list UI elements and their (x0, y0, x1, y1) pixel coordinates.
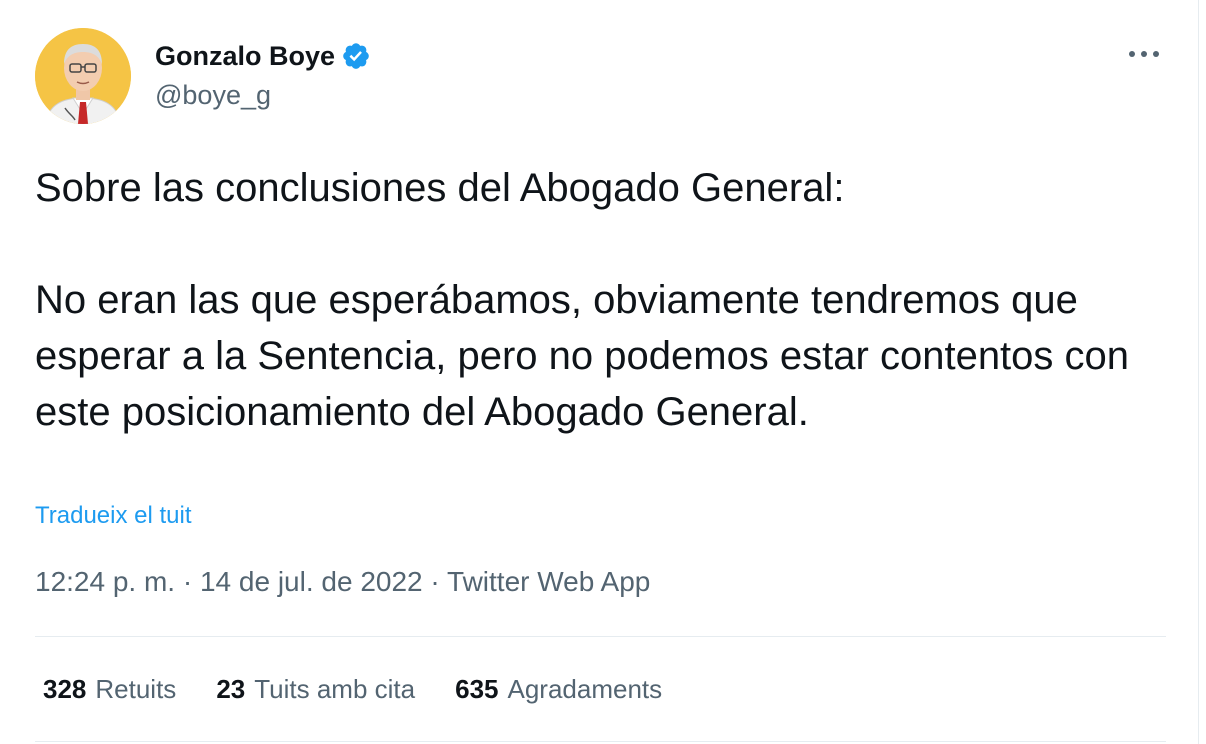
tweet-paragraph: Sobre las conclusiones del Abogado Gener… (35, 166, 845, 210)
tweet-time[interactable]: 12:24 p. m. (35, 566, 175, 597)
divider (35, 741, 1166, 742)
avatar[interactable] (35, 28, 131, 124)
stat-likes[interactable]: 635 Agradaments (455, 674, 662, 705)
tweet-paragraph: No eran las que esperábamos, obviamente … (35, 278, 1130, 434)
separator-dot: · (430, 566, 440, 597)
more-horizontal-icon (1129, 51, 1159, 57)
tweet-text: Sobre las conclusiones del Abogado Gener… (35, 160, 1175, 440)
tweet-metadata: 12:24 p. m. · 14 de jul. de 2022 · Twitt… (35, 566, 650, 598)
stat-retweets[interactable]: 328 Retuits (43, 674, 176, 705)
stat-label: Tuits amb cita (254, 674, 416, 704)
more-options-button[interactable] (1122, 36, 1166, 72)
stat-label: Retuits (95, 674, 177, 704)
divider (35, 636, 1166, 637)
stat-count: 328 (43, 674, 87, 704)
stat-quote-tweets[interactable]: 23 Tuits amb cita (216, 674, 415, 705)
translate-tweet-link[interactable]: Tradueix el tuit (35, 502, 192, 530)
tweet-card: Gonzalo Boye @boye_g Sobre las conclusio… (0, 0, 1199, 744)
verified-badge-icon (341, 41, 371, 71)
stat-label: Agradaments (507, 674, 663, 704)
tweet-source[interactable]: Twitter Web App (447, 566, 650, 597)
avatar-illustration (35, 28, 131, 124)
stat-count: 23 (216, 674, 246, 704)
tweet-date[interactable]: 14 de jul. de 2022 (200, 566, 423, 597)
tweet-stats: 328 Retuits 23 Tuits amb cita 635 Agrada… (43, 674, 702, 705)
display-name-row[interactable]: Gonzalo Boye (155, 38, 371, 74)
stat-count: 635 (455, 674, 499, 704)
display-name[interactable]: Gonzalo Boye (155, 41, 335, 72)
separator-dot: · (182, 566, 193, 597)
user-handle[interactable]: @boye_g (155, 80, 271, 111)
